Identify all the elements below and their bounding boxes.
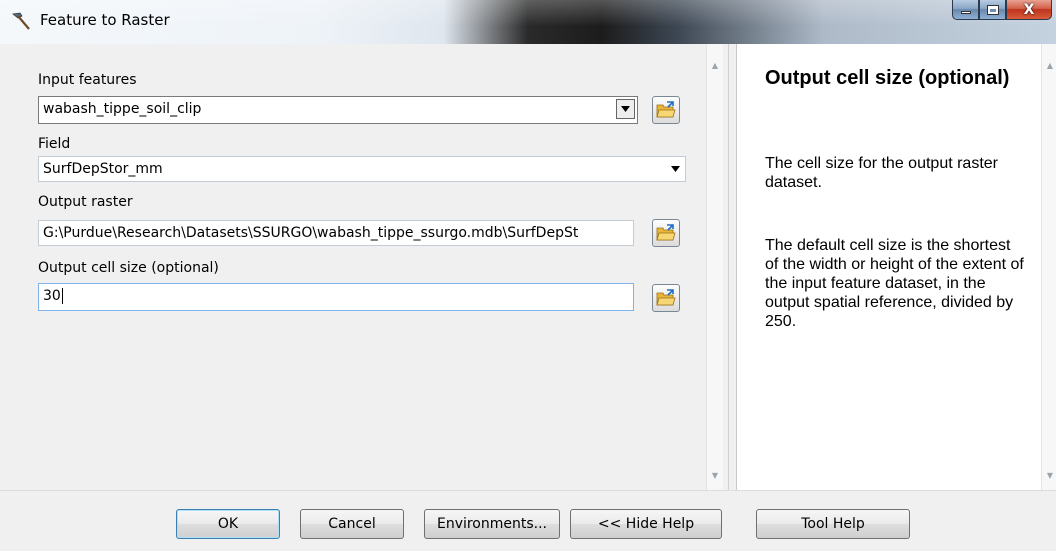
help-paragraph-2: The default cell size is the shortest of… <box>765 237 1024 330</box>
window-controls: X <box>952 0 1052 22</box>
field-label: Field <box>38 136 71 152</box>
panel-splitter[interactable] <box>728 44 736 490</box>
input-features-value: wabash_tippe_soil_clip <box>43 101 202 117</box>
cancel-button[interactable]: Cancel <box>300 509 404 539</box>
scroll-down-icon[interactable]: ▼ <box>707 468 723 484</box>
open-folder-icon <box>656 289 676 306</box>
cell-size-label: Output cell size (optional) <box>38 260 219 276</box>
parameters-panel: Input features wabash_tippe_soil_clip Fi… <box>0 44 723 490</box>
close-icon: X <box>1023 1 1035 18</box>
output-raster-label: Output raster <box>38 194 133 210</box>
text-caret <box>61 288 63 304</box>
output-raster-browse-button[interactable] <box>652 219 680 247</box>
help-title: Output cell size (optional) <box>765 67 1010 89</box>
maximize-button[interactable] <box>979 0 1006 20</box>
field-dropdown-arrow[interactable] <box>665 157 685 181</box>
field-value: SurfDepStor_mm <box>43 161 163 177</box>
hide-help-button[interactable]: << Hide Help <box>570 509 722 539</box>
input-features-combo[interactable]: wabash_tippe_soil_clip <box>38 96 638 124</box>
input-features-dropdown-arrow[interactable] <box>616 99 635 119</box>
open-folder-icon <box>656 101 676 118</box>
tool-help-button[interactable]: Tool Help <box>756 509 910 539</box>
parameters-scrollbar[interactable]: ▲ ▼ <box>706 44 723 490</box>
output-raster-value: G:\Purdue\Research\Datasets\SSURGO\wabas… <box>43 225 579 241</box>
minimize-icon <box>960 11 971 14</box>
open-folder-icon <box>656 224 676 241</box>
window-title: Feature to Raster <box>40 11 170 29</box>
output-raster-input[interactable]: G:\Purdue\Research\Datasets\SSURGO\wabas… <box>38 220 634 246</box>
scroll-up-icon[interactable]: ▲ <box>1042 58 1056 74</box>
close-button[interactable]: X <box>1006 0 1052 20</box>
maximize-icon <box>986 4 999 15</box>
help-paragraph-1: The cell size for the output raster data… <box>765 155 998 191</box>
title-bar[interactable]: Feature to Raster X <box>0 0 1056 44</box>
minimize-button[interactable] <box>952 0 979 20</box>
input-features-label: Input features <box>38 72 137 88</box>
input-features-browse-button[interactable] <box>652 96 680 124</box>
field-combo[interactable]: SurfDepStor_mm <box>38 156 686 182</box>
environments-button[interactable]: Environments... <box>424 509 560 539</box>
help-panel: Output cell size (optional) The cell siz… <box>736 44 1056 490</box>
scroll-up-icon[interactable]: ▲ <box>707 58 723 74</box>
cell-size-input[interactable]: 30 <box>38 283 634 311</box>
ok-button[interactable]: OK <box>176 509 280 539</box>
scroll-down-icon[interactable]: ▼ <box>1042 468 1056 484</box>
cell-size-value: 30 <box>43 288 61 304</box>
help-scrollbar[interactable]: ▲ ▼ <box>1041 44 1056 490</box>
cell-size-browse-button[interactable] <box>652 284 680 312</box>
chevron-down-icon <box>621 106 630 112</box>
button-bar: OK Cancel Environments... << Hide Help T… <box>0 490 1056 551</box>
hammer-icon <box>12 12 30 30</box>
chevron-down-icon <box>670 166 680 172</box>
